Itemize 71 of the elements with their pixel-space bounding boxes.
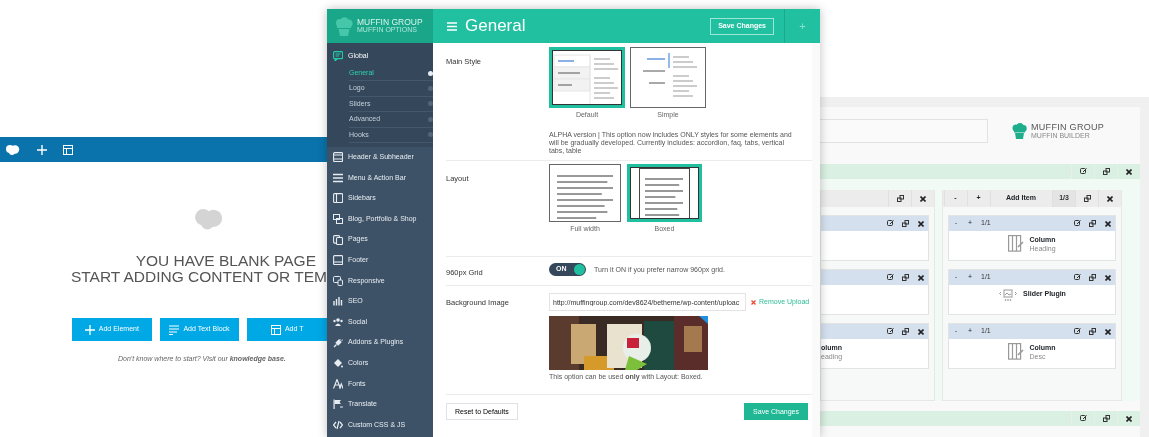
blank-page-heading: YOU HAVE BLANK PAGE bbox=[135, 253, 316, 269]
duplicate-icon bbox=[1102, 168, 1110, 175]
search-field[interactable] bbox=[820, 119, 988, 143]
plug-icon bbox=[333, 337, 343, 348]
stacked-pages-icon bbox=[333, 214, 343, 225]
add-icon[interactable] bbox=[37, 144, 47, 155]
duplicate-icon bbox=[896, 195, 904, 202]
status-dot bbox=[428, 116, 433, 122]
boxed-page-drawing bbox=[639, 167, 690, 219]
code-icon bbox=[333, 419, 343, 430]
close-icon bbox=[1104, 274, 1111, 281]
layout-option[interactable] bbox=[627, 163, 702, 222]
close-icon bbox=[917, 328, 924, 335]
layout-option[interactable] bbox=[549, 163, 621, 222]
text-lines-icon bbox=[169, 324, 180, 335]
brand-name: MUFFIN GROUP bbox=[357, 18, 423, 26]
pages-icon bbox=[333, 234, 343, 245]
close-icon bbox=[917, 220, 924, 227]
duplicate-icon bbox=[902, 274, 909, 281]
column-icon bbox=[1008, 235, 1025, 252]
duplicate-icon bbox=[1089, 328, 1096, 335]
close-icon bbox=[1107, 195, 1113, 202]
devices-icon bbox=[333, 275, 343, 286]
window-icon bbox=[333, 255, 343, 266]
plus-icon bbox=[84, 324, 95, 335]
people-icon bbox=[333, 317, 343, 327]
brand-name: MUFFIN GROUP bbox=[1031, 122, 1105, 132]
duplicate-icon bbox=[902, 220, 909, 227]
edit-icon bbox=[887, 274, 894, 281]
edit-icon bbox=[1074, 328, 1081, 335]
close-icon bbox=[751, 299, 756, 305]
close-icon bbox=[920, 195, 926, 202]
edit-icon bbox=[887, 220, 894, 227]
cloud-logo-icon[interactable] bbox=[5, 143, 21, 156]
page-title: General bbox=[465, 15, 526, 38]
paint-bucket-icon bbox=[333, 358, 343, 369]
style-option[interactable] bbox=[630, 47, 706, 108]
status-dot bbox=[428, 101, 433, 107]
window-icon bbox=[333, 152, 343, 163]
status-dot bbox=[428, 70, 433, 76]
slider-icon bbox=[998, 289, 1019, 303]
layout-icon bbox=[270, 324, 281, 335]
status-dot bbox=[428, 86, 433, 92]
edit-icon bbox=[1074, 220, 1081, 227]
column-icon bbox=[1008, 343, 1025, 360]
status-dot bbox=[428, 132, 433, 138]
close-icon bbox=[1104, 328, 1111, 335]
close-icon bbox=[917, 274, 924, 281]
duplicate-icon bbox=[1083, 195, 1091, 202]
edit-icon bbox=[1079, 415, 1087, 422]
muffin-logo-icon bbox=[335, 16, 353, 36]
style-option[interactable] bbox=[549, 47, 625, 108]
duplicate-icon bbox=[1089, 220, 1096, 227]
muffin-logo-icon bbox=[1012, 123, 1027, 139]
edit-icon bbox=[887, 328, 894, 335]
duplicate-icon bbox=[1089, 274, 1096, 281]
layout-icon[interactable] bbox=[63, 144, 73, 155]
chat-icon bbox=[333, 51, 343, 61]
bar-chart-icon bbox=[333, 296, 343, 307]
close-icon bbox=[1126, 415, 1132, 422]
blank-page-heading: START ADDING CONTENT OR TEM bbox=[70, 269, 327, 285]
close-icon bbox=[1126, 168, 1132, 175]
menu-icon bbox=[333, 172, 343, 183]
close-icon bbox=[1104, 220, 1111, 227]
flag-icon bbox=[333, 399, 343, 410]
edit-icon bbox=[1074, 274, 1081, 281]
duplicate-icon bbox=[1102, 415, 1110, 422]
sidebar-layout-icon bbox=[333, 193, 343, 204]
font-size-icon bbox=[333, 378, 343, 389]
duplicate-icon bbox=[902, 328, 909, 335]
edit-icon bbox=[1079, 168, 1087, 175]
